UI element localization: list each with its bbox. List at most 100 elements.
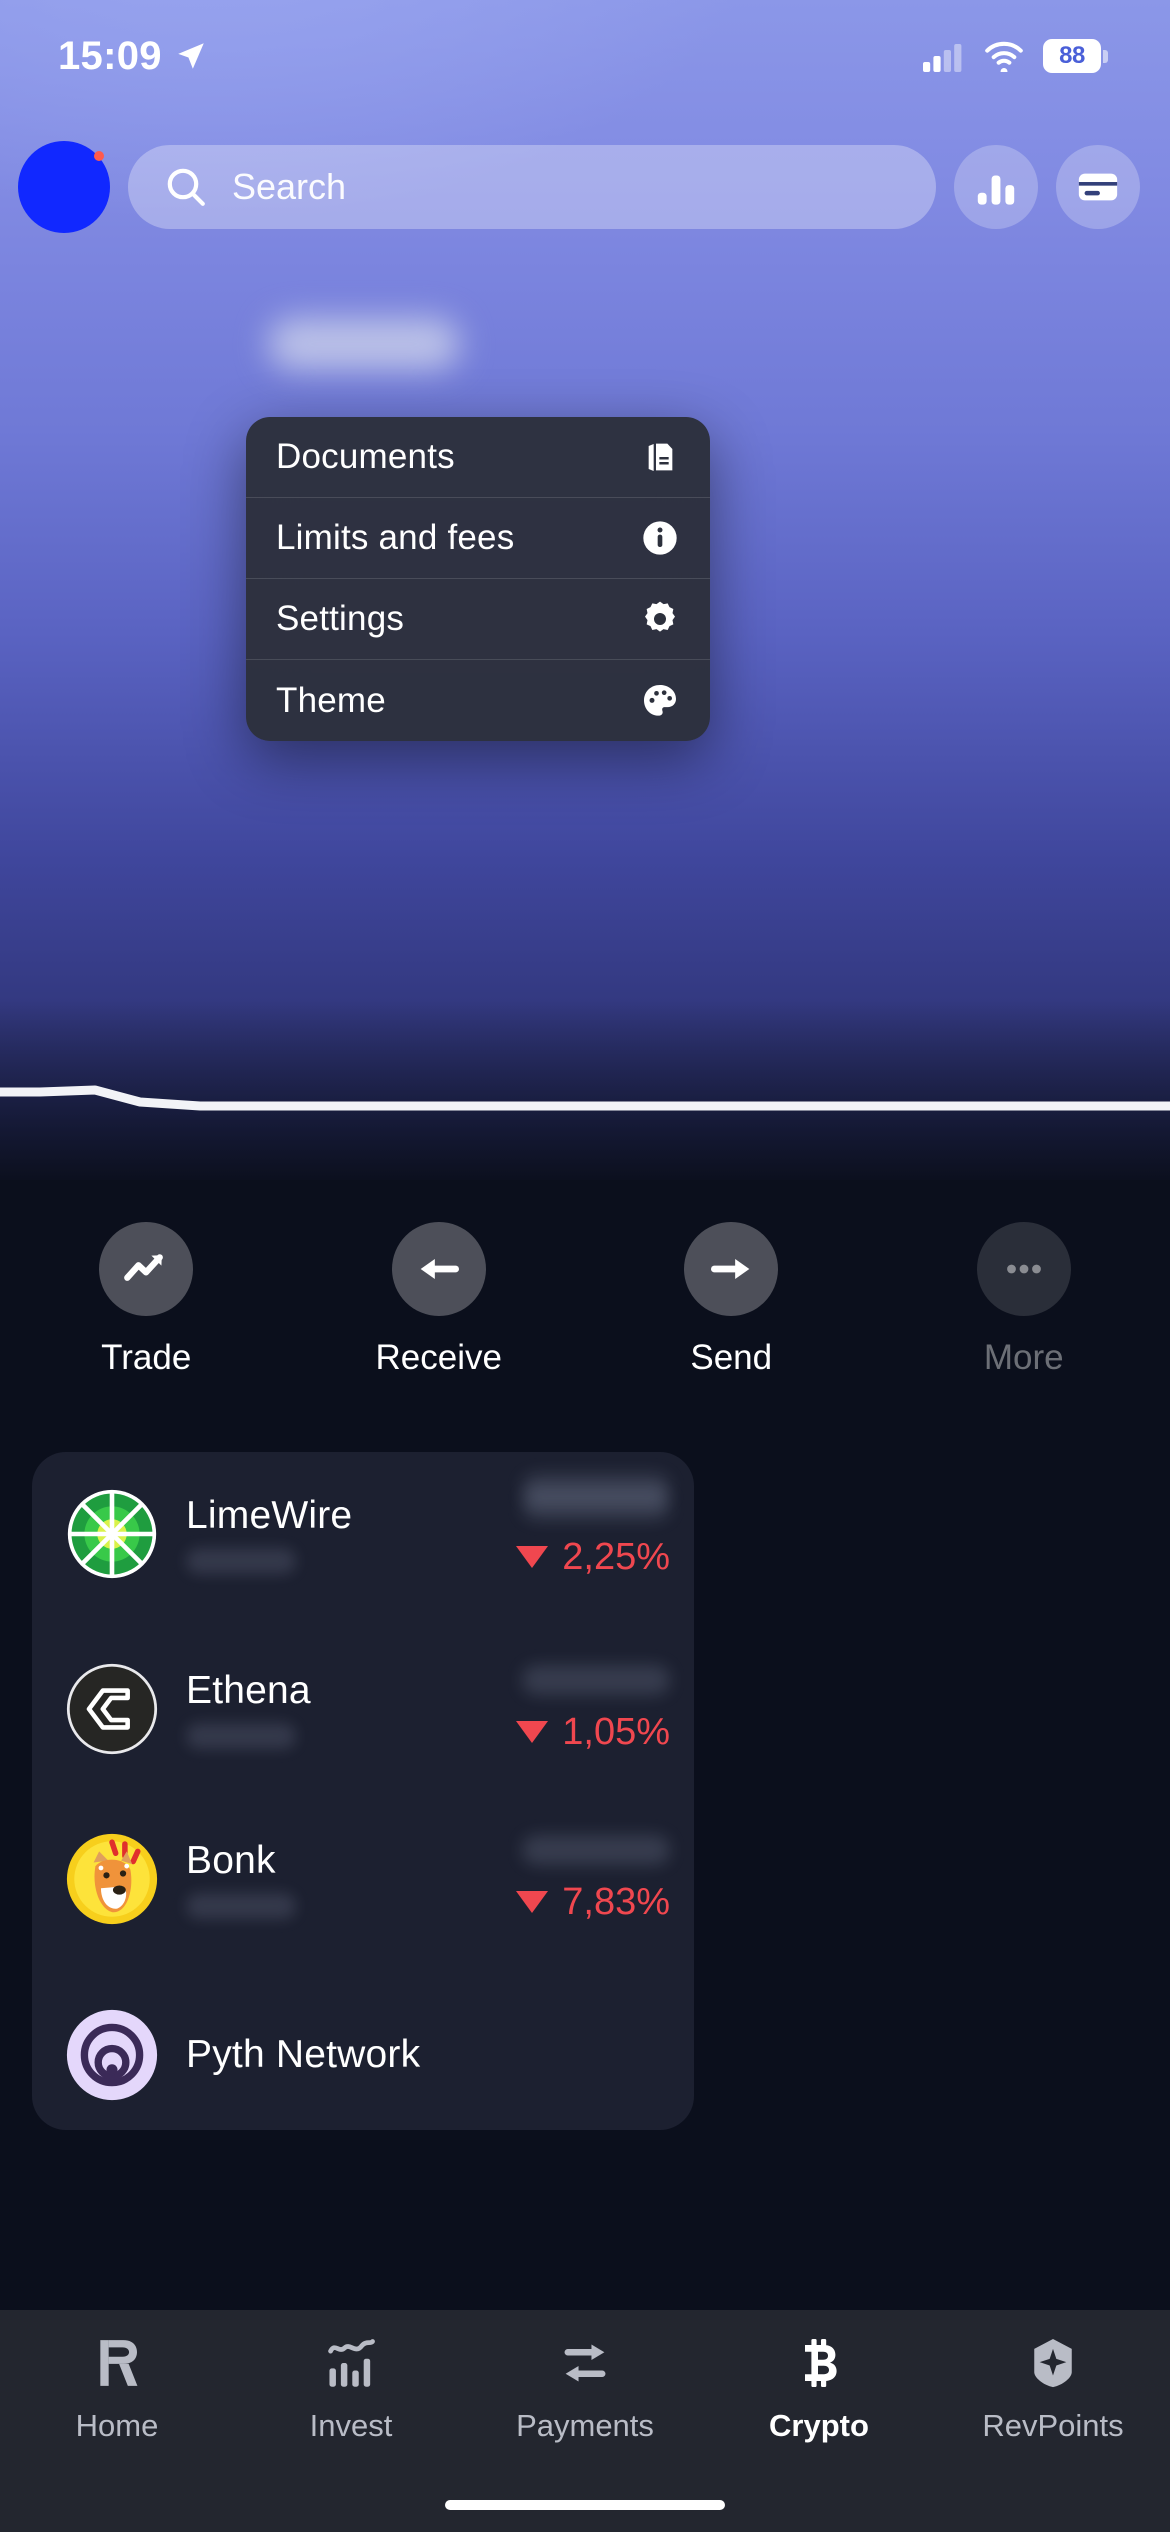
gear-icon <box>640 599 680 639</box>
arrow-left-icon <box>420 1259 459 1279</box>
bar-chart-icon <box>977 175 1015 205</box>
asset-change: 1,05% <box>516 1711 670 1754</box>
triangle-down-icon <box>516 1721 549 1743</box>
action-circle <box>99 1222 194 1316</box>
nav-label: Invest <box>309 2408 393 2443</box>
action-trade[interactable]: Trade <box>0 1222 293 1378</box>
asset-change-value: 7,83% <box>562 1880 670 1923</box>
asset-name: Pyth Network <box>186 2033 421 2076</box>
home-indicator <box>445 2500 725 2510</box>
swap-arrows-icon <box>559 2332 611 2394</box>
search-icon <box>167 168 205 206</box>
documents-icon <box>640 437 680 477</box>
revpoints-hex-icon <box>1028 2332 1078 2394</box>
menu-item-theme[interactable]: Theme <box>246 660 710 741</box>
info-circle-icon <box>640 518 680 558</box>
nav-item-invest[interactable]: Invest <box>234 2332 468 2444</box>
menu-item-label: Theme <box>276 680 386 720</box>
nav-label: Payments <box>516 2408 654 2443</box>
asset-name: Bonk <box>186 1839 276 1882</box>
battery-indicator: 88 <box>1043 39 1108 73</box>
nav-label: RevPoints <box>982 2408 1124 2443</box>
status-bar-time: 15:09 <box>58 33 162 78</box>
nav-item-payments[interactable]: Payments <box>468 2332 702 2444</box>
search-input[interactable]: Search <box>128 145 936 229</box>
asset-subtitle-hidden <box>186 1723 296 1749</box>
portfolio-sparkline <box>0 1085 1170 1111</box>
revolut-r-icon <box>92 2332 142 2394</box>
location-arrow-icon <box>178 43 204 69</box>
palette-icon <box>640 681 680 721</box>
wifi-icon <box>985 41 1023 72</box>
cellular-bars-icon <box>923 44 962 72</box>
action-label: More <box>983 1338 1064 1377</box>
credit-card-icon <box>1078 173 1118 201</box>
action-label: Receive <box>375 1338 502 1377</box>
bitcoin-icon <box>795 2332 843 2394</box>
action-circle <box>391 1222 486 1316</box>
asset-change: 2,25% <box>516 1536 670 1579</box>
list-item[interactable]: Ethena 1,05% <box>32 1638 694 1780</box>
bonk-logo <box>66 1833 158 1925</box>
action-receive[interactable]: Receive <box>293 1222 586 1378</box>
status-bar-right: 88 <box>923 39 1108 73</box>
ethena-logo <box>66 1663 158 1755</box>
ellipsis-icon <box>1006 1264 1041 1274</box>
limewire-logo <box>66 1488 158 1580</box>
list-item[interactable]: Bonk 7,83% <box>32 1808 694 1950</box>
triangle-down-icon <box>516 1891 549 1913</box>
avatar[interactable] <box>18 141 110 233</box>
invest-chart-icon <box>325 2332 377 2394</box>
arrow-right-icon <box>711 1259 750 1279</box>
asset-values: 7,83% <box>516 1834 670 1924</box>
bottom-navigation: Home Invest Payments Crypto RevPoints <box>0 2310 1170 2532</box>
menu-item-limits-and-fees[interactable]: Limits and fees <box>246 498 710 579</box>
asset-name: Ethena <box>186 1669 311 1712</box>
menu-item-label: Limits and fees <box>276 518 515 557</box>
cards-button[interactable] <box>1056 145 1140 229</box>
nav-item-crypto[interactable]: Crypto <box>702 2332 936 2444</box>
asset-subtitle-hidden <box>186 1548 296 1574</box>
asset-amount-hidden <box>522 1664 670 1695</box>
asset-change-value: 1,05% <box>562 1710 670 1753</box>
asset-info: LimeWire <box>186 1494 352 1574</box>
status-bar: 15:09 88 <box>0 0 1170 90</box>
phone-screen: 15:09 88 Search Documents Limits and fee… <box>0 0 1170 2532</box>
nav-label: Crypto <box>769 2408 869 2443</box>
action-more[interactable]: More <box>878 1222 1170 1378</box>
balance-hidden <box>268 318 460 370</box>
asset-change: 7,83% <box>516 1881 670 1924</box>
battery-percent: 88 <box>1059 42 1085 69</box>
nav-item-home[interactable]: Home <box>0 2332 234 2444</box>
asset-values: 1,05% <box>516 1664 670 1754</box>
analytics-button[interactable] <box>954 145 1038 229</box>
quick-actions: Trade Receive Send More <box>0 1222 1170 1412</box>
asset-info: Pyth Network <box>186 2033 420 2077</box>
menu-item-documents[interactable]: Documents <box>246 417 710 498</box>
asset-info: Ethena <box>186 1669 311 1749</box>
menu-item-settings[interactable]: Settings <box>246 579 710 660</box>
triangle-down-icon <box>516 1546 549 1568</box>
action-circle <box>684 1222 779 1316</box>
app-header: Search <box>0 132 1170 242</box>
context-menu: Documents Limits and fees Settings Theme <box>246 417 710 741</box>
asset-amount-hidden <box>522 1474 670 1504</box>
list-item[interactable]: Pyth Network <box>32 1474 694 2130</box>
menu-item-label: Settings <box>276 599 405 638</box>
asset-list: LimeWire 2,25% Ethena 1,05% Bonk 7,83% P… <box>32 1452 694 2130</box>
nav-label: Home <box>75 2408 159 2443</box>
pyth-logo <box>66 2009 158 2101</box>
asset-info: Bonk <box>186 1839 296 1919</box>
nav-item-revpoints[interactable]: RevPoints <box>936 2332 1170 2444</box>
action-circle <box>976 1222 1071 1316</box>
asset-amount-hidden <box>522 1834 670 1865</box>
action-label: Trade <box>101 1338 192 1377</box>
action-send[interactable]: Send <box>585 1222 878 1378</box>
asset-change-value: 2,25% <box>562 1535 670 1578</box>
action-label: Send <box>690 1338 773 1377</box>
trending-up-icon <box>124 1254 164 1281</box>
asset-values <box>522 1474 670 1504</box>
asset-subtitle-hidden <box>186 1893 296 1919</box>
status-bar-left: 15:09 <box>58 34 208 79</box>
menu-item-label: Documents <box>276 437 455 476</box>
